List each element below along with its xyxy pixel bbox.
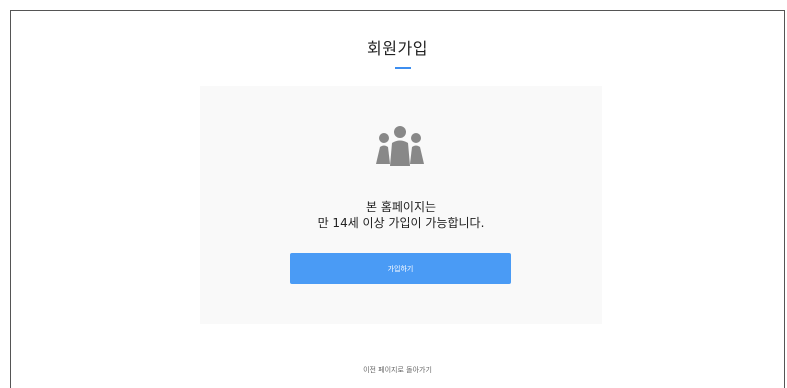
notice-line-1: 본 홈페이지는	[365, 200, 437, 214]
age-notice-text: 본 홈페이지는 만 14세 이상 가입이 가능합니다.	[200, 199, 602, 231]
page-frame: 회원가입 본 홈페이지는 만 14세 이상 가입이 가능합니다. 가입하기 이전…	[10, 10, 785, 388]
age-notice-panel: 본 홈페이지는 만 14세 이상 가입이 가능합니다. 가입하기	[200, 86, 602, 324]
join-button[interactable]: 가입하기	[290, 253, 511, 284]
page-title: 회원가입	[367, 39, 428, 58]
back-to-previous-page-link[interactable]: 이전 페이지로 돌아가기	[11, 365, 784, 375]
notice-line-2: 만 14세 이상 가입이 가능합니다.	[317, 216, 485, 230]
people-group-icon	[376, 126, 424, 166]
title-underline	[395, 67, 411, 69]
